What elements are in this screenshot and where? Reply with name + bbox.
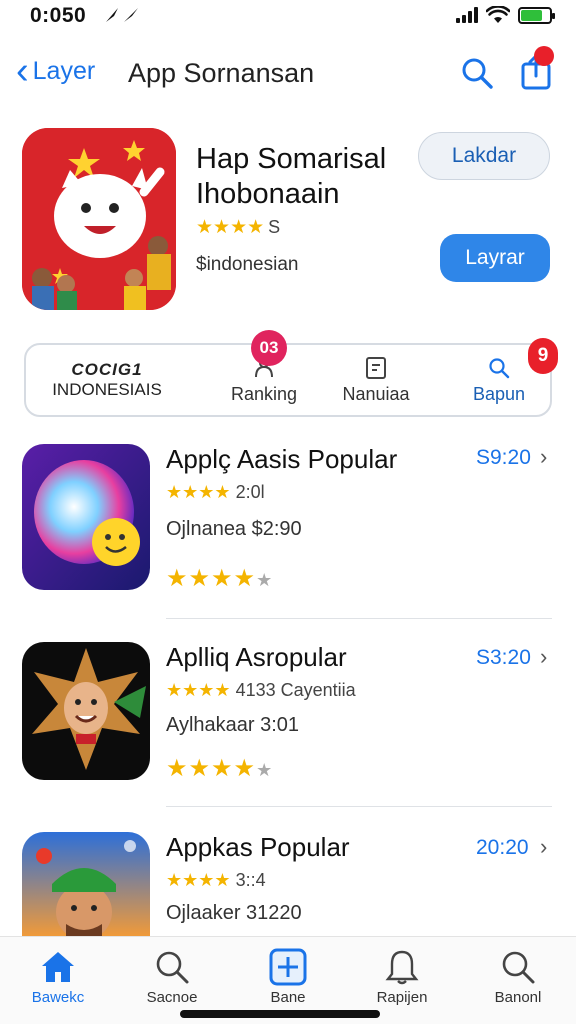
page-title: App Sornansan — [128, 58, 315, 88]
location-arrows-icon — [106, 8, 138, 22]
category-indonesia[interactable]: COCIG1 INDONESIAIS — [42, 345, 172, 415]
battery-icon — [518, 6, 555, 24]
magnifier-icon — [500, 945, 536, 989]
featured-app-icon[interactable] — [22, 128, 176, 310]
app-rating-value: 4133 Cayentiia — [235, 680, 356, 700]
divider — [166, 806, 552, 807]
notification-badge — [534, 46, 554, 66]
app-rating: ★★★★ 3::4 — [166, 870, 266, 891]
app-price[interactable]: S3:20 — [476, 646, 531, 670]
app-icon — [22, 642, 150, 780]
category-nanuiaa-label: Nanuiaa — [342, 383, 410, 404]
secondary-action-button[interactable]: Lakdar — [418, 132, 550, 180]
cellular-signal-icon — [456, 7, 478, 23]
featured-app-subtitle: $indonesian — [196, 254, 299, 275]
app-title: Aplliq Asropular — [166, 642, 347, 672]
search-icon — [154, 945, 190, 989]
status-bar: 0:050 — [0, 0, 576, 32]
app-rating-value: 2:0l — [235, 482, 265, 502]
back-button[interactable]: ‹ Layer — [16, 52, 95, 90]
chevron-right-icon: › — [540, 644, 548, 669]
tab-search[interactable]: Sacnoe — [122, 945, 222, 1006]
bell-icon — [385, 945, 419, 989]
tab-notifications[interactable]: Rapijen — [352, 945, 452, 1006]
status-time: 0:050 — [30, 4, 87, 27]
app-subtitle: Ojlaaker 31220 — [166, 902, 302, 924]
tab-search-label: Sacnoe — [146, 989, 198, 1006]
tab-apps-label: Bane — [270, 989, 306, 1006]
back-label: Layer — [32, 56, 96, 85]
navigation-bar: ‹ Layer App Sornansan — [0, 42, 576, 102]
category-ranking-label: Ranking — [230, 383, 298, 404]
get-app-button[interactable]: Layrar — [440, 234, 550, 282]
star-rating-icon: ★★★★ — [166, 870, 231, 890]
star-rating-icon: ★★★★ — [166, 482, 231, 502]
category-indonesia-line1: COCIG1 — [71, 360, 143, 379]
featured-app-name-line1: Hap Somarisal — [196, 143, 387, 175]
tab-home[interactable]: Bawekc — [8, 945, 108, 1006]
app-rating: ★★★★ 4133 Cayentiia — [166, 680, 356, 701]
star-rating-icon: ★★★★ — [196, 217, 265, 238]
star-empty-icon: ★ — [256, 570, 274, 590]
featured-app-name: Hap Somarisal Ihobonaain — [196, 142, 416, 212]
category-bar: COCIG1 INDONESIAIS Ranking Nanuiaa Bapun — [24, 343, 552, 417]
home-indicator — [180, 1010, 380, 1018]
chevron-right-icon: › — [540, 444, 548, 469]
star-rating-icon: ★★★★ — [166, 755, 257, 782]
app-stars-large: ★★★★★ — [166, 564, 273, 593]
chevron-left-icon: ‹ — [16, 50, 29, 92]
app-rating-value: 3::4 — [235, 870, 266, 890]
plus-square-icon — [268, 945, 308, 989]
app-subtitle: Ojlnanea $2:90 — [166, 518, 302, 540]
app-stars-large: ★★★★★ — [166, 754, 273, 783]
search-icon[interactable] — [460, 56, 494, 90]
wifi-icon — [486, 6, 510, 23]
document-icon — [365, 356, 387, 380]
featured-app-name-line2: Ihobonaain — [196, 178, 340, 210]
bapun-badge: 9 — [528, 338, 558, 374]
tab-home-label: Bawekc — [31, 989, 85, 1006]
app-title: Appkas Popular — [166, 832, 350, 862]
tab-apps[interactable]: Bane — [238, 945, 338, 1006]
list-item[interactable]: Appkas Popular ★★★★ 3::4 Ojlaaker 31220 … — [0, 832, 576, 936]
category-indonesia-line2: INDONESIAIS — [52, 380, 162, 399]
tab-search-alt-label: Banonl — [494, 989, 542, 1006]
app-price[interactable]: S9:20 — [476, 446, 531, 470]
category-nanuiaa[interactable]: Nanuiaa — [326, 345, 426, 415]
rating-count: S — [268, 217, 281, 237]
tab-search-alt[interactable]: Banonl — [468, 945, 568, 1006]
app-icon — [22, 444, 150, 590]
category-bapun-label: Bapun — [472, 383, 526, 404]
app-rating: ★★★★ 2:0l — [166, 482, 265, 503]
featured-app-rating: ★★★★ S — [196, 216, 280, 239]
home-icon — [39, 945, 77, 989]
divider — [166, 618, 552, 619]
list-item[interactable]: Applç Aasis Popular ★★★★ 2:0l Ojlnanea $… — [0, 444, 576, 614]
app-subtitle: Aylhakaar 3:01 — [166, 714, 300, 736]
star-empty-icon: ★ — [256, 760, 274, 780]
app-title: Applç Aasis Popular — [166, 444, 398, 474]
list-item[interactable]: Aplliq Asropular ★★★★ 4133 Cayentiia Ayl… — [0, 642, 576, 802]
star-rating-icon: ★★★★ — [166, 565, 257, 592]
star-rating-icon: ★★★★ — [166, 680, 231, 700]
chevron-right-icon: › — [540, 834, 548, 859]
app-price[interactable]: 20:20 — [476, 836, 529, 860]
tab-notifications-label: Rapijen — [376, 989, 428, 1006]
app-icon — [22, 832, 150, 936]
ranking-badge: 03 — [251, 330, 287, 366]
search-small-icon — [488, 356, 510, 380]
